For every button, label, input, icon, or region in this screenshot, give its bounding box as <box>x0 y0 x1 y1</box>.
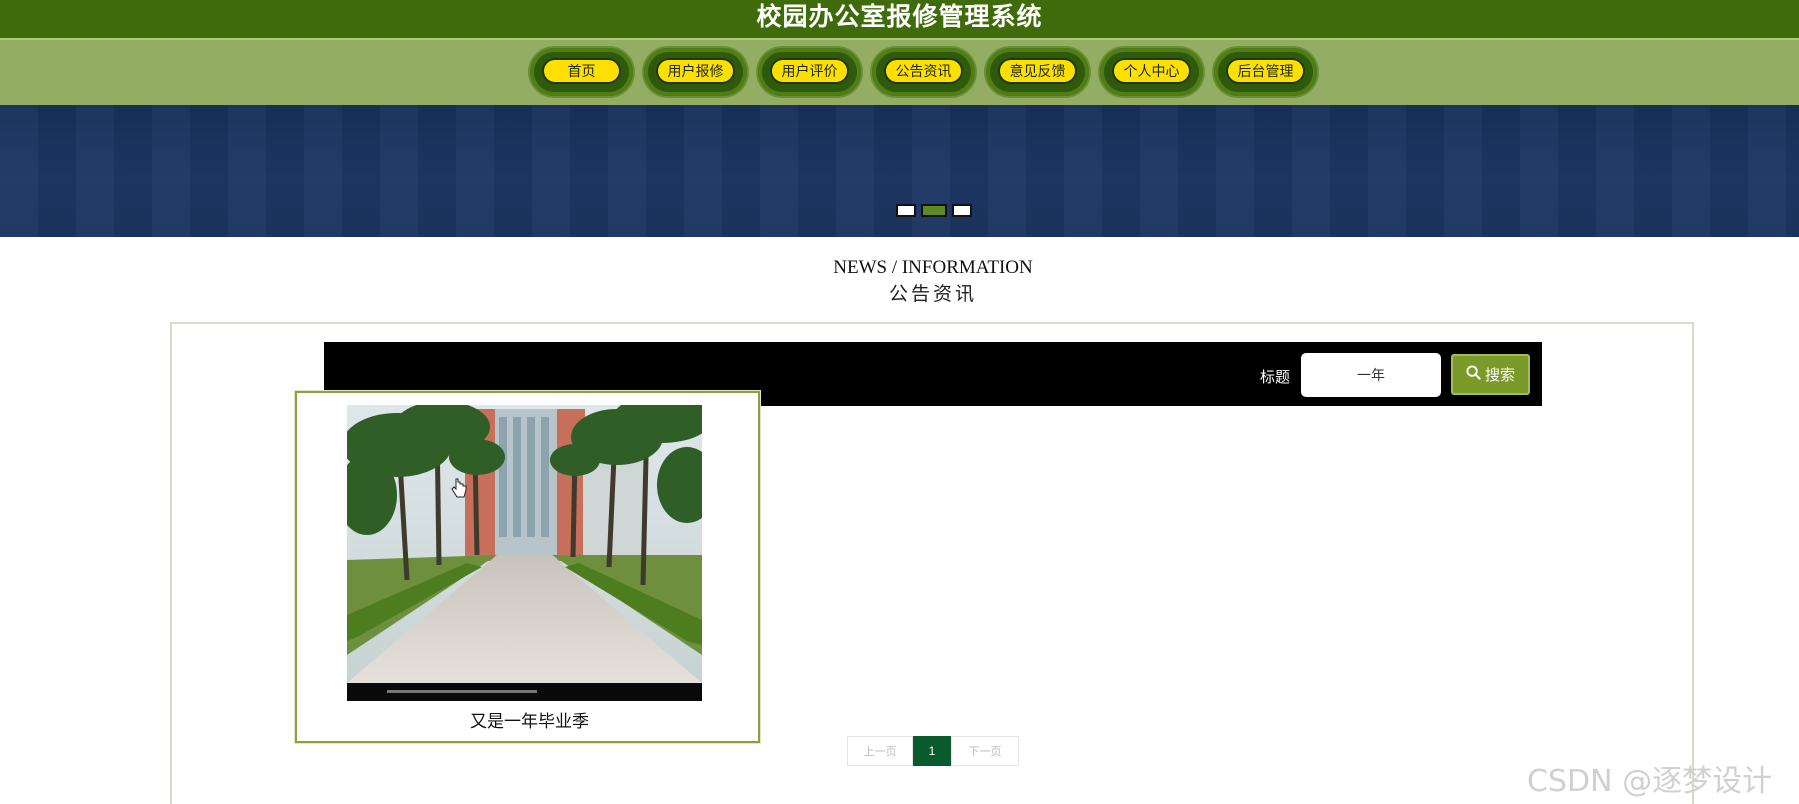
carousel-dots <box>896 204 972 217</box>
nav-item-profile[interactable]: 个人中心 <box>1100 48 1203 96</box>
nav-item-label[interactable]: 首页 <box>542 58 621 84</box>
nav-item-label[interactable]: 后台管理 <box>1226 58 1305 84</box>
carousel-dot-1[interactable] <box>896 204 916 217</box>
search-button-label: 搜索 <box>1484 367 1515 384</box>
news-card-title[interactable]: 又是一年毕业季 <box>297 707 762 732</box>
search-button[interactable]: 搜索 <box>1451 354 1530 395</box>
section-title-en: NEWS / INFORMATION <box>833 257 1033 278</box>
nav-item-label[interactable]: 个人中心 <box>1112 58 1191 84</box>
main-nav: 首页 用户报修 用户评价 公告资讯 意见反馈 个人中心 后台管理 <box>0 38 1799 107</box>
search-icon <box>1466 365 1481 384</box>
prev-page-button[interactable]: 上一页 <box>847 736 913 766</box>
nav-item-admin[interactable]: 后台管理 <box>1214 48 1317 96</box>
nav-item-label[interactable]: 用户评价 <box>770 58 849 84</box>
page-number-current[interactable]: 1 <box>913 736 951 766</box>
news-card-image[interactable] <box>347 405 702 701</box>
nav-item-label[interactable]: 意见反馈 <box>998 58 1077 84</box>
nav-item-review[interactable]: 用户评价 <box>758 48 861 96</box>
site-title: 校园办公室报修管理系统 <box>756 3 1043 31</box>
nav-item-feedback[interactable]: 意见反馈 <box>986 48 1089 96</box>
hand-cursor-icon <box>451 478 467 505</box>
section-title-cn: 公告资讯 <box>888 284 977 305</box>
site-header: 校园办公室报修管理系统 <box>0 0 1799 38</box>
nav-item-label[interactable]: 公告资讯 <box>884 58 963 84</box>
banner-carousel <box>0 105 1799 237</box>
nav-item-label[interactable]: 用户报修 <box>656 58 735 84</box>
nav-item-news[interactable]: 公告资讯 <box>872 48 975 96</box>
search-input[interactable] <box>1301 353 1441 397</box>
news-card[interactable]: 又是一年毕业季 <box>295 391 760 743</box>
nav-list: 首页 用户报修 用户评价 公告资讯 意见反馈 个人中心 后台管理 <box>530 48 1317 96</box>
watermark: CSDN @逐梦设计 <box>1527 764 1773 799</box>
search-label: 标题 <box>1260 369 1291 386</box>
pagination: 上一页 1 下一页 <box>847 736 1019 766</box>
next-page-button[interactable]: 下一页 <box>951 736 1019 766</box>
carousel-dot-3[interactable] <box>952 204 972 217</box>
carousel-dot-2-active[interactable] <box>921 204 947 217</box>
nav-item-home[interactable]: 首页 <box>530 48 633 96</box>
banner-background <box>0 105 1799 237</box>
nav-item-repair[interactable]: 用户报修 <box>644 48 747 96</box>
